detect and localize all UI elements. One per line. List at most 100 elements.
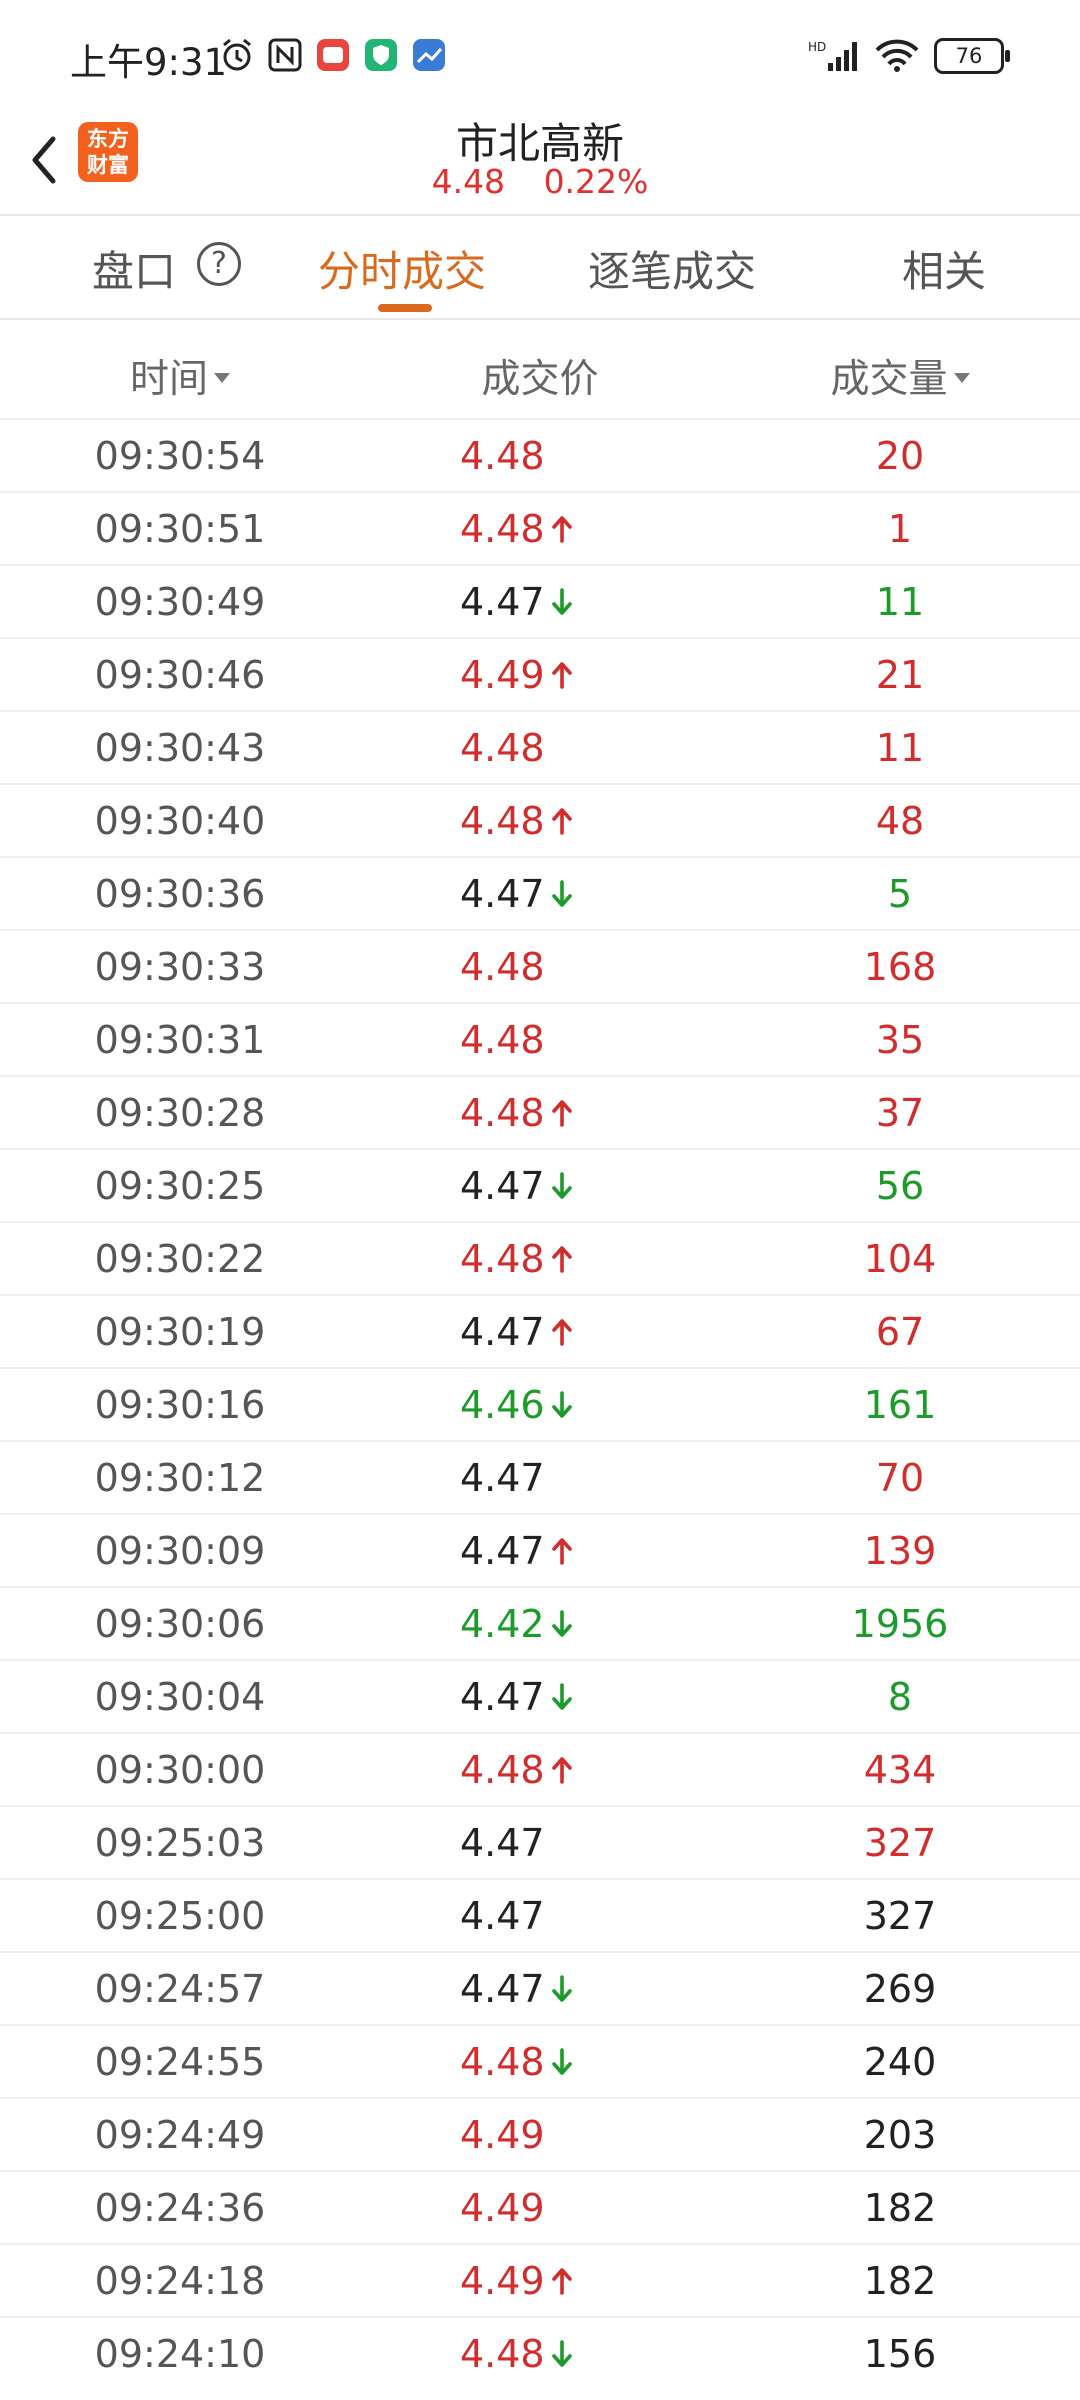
trade-price: 4.47 [460, 1456, 545, 1500]
trade-price-cell: 4.49 [460, 2259, 620, 2303]
trade-volume-cell: 1956 [760, 1602, 1040, 1646]
trade-time: 09:30:22 [94, 1237, 266, 1281]
trade-volume-cell: 156 [760, 2332, 1040, 2376]
trade-price-cell: 4.48 [460, 945, 620, 989]
trade-price: 4.48 [460, 2332, 545, 2376]
trade-time: 09:25:00 [94, 1894, 266, 1938]
trade-price-cell: 4.46 [460, 1383, 620, 1427]
tab-related[interactable]: 相关 [902, 238, 986, 299]
table-row: 09:30:00 4.48 434 [0, 1732, 1080, 1805]
arrow-up-icon [552, 807, 572, 835]
trade-volume-cell: 161 [760, 1383, 1040, 1427]
trade-price: 4.48 [460, 507, 545, 551]
arrow-up-icon [552, 661, 572, 689]
trade-price-cell: 4.49 [460, 2186, 620, 2230]
table-row: 09:24:36 4.49 182 [0, 2170, 1080, 2243]
trade-price: 4.49 [460, 2113, 545, 2157]
trade-price: 4.47 [460, 1821, 545, 1865]
status-time: 上午9:31 [70, 41, 228, 84]
table-header: 时间 成交价 成交量 [0, 318, 1080, 418]
trade-price: 4.48 [460, 726, 545, 770]
tab-tick-trades[interactable]: 逐笔成交 [588, 238, 756, 299]
arrow-down-icon [552, 587, 572, 615]
table-row: 09:30:54 4.48 20 [0, 418, 1080, 491]
trade-volume: 327 [863, 1821, 937, 1865]
trade-volume: 139 [863, 1529, 937, 1573]
arrow-up-icon [552, 1756, 572, 1784]
column-volume[interactable]: 成交量 [760, 348, 1040, 404]
trade-time: 09:30:06 [94, 1602, 266, 1646]
trade-time: 09:30:12 [94, 1456, 266, 1500]
arrow-up-icon [552, 1099, 572, 1127]
column-time-label: 时间 [129, 357, 208, 402]
trade-price-cell: 4.48 [460, 726, 620, 770]
sort-caret-icon [214, 372, 230, 383]
table-row: 09:24:10 4.48 156 [0, 2316, 1080, 2389]
trade-volume-cell: 56 [760, 1164, 1040, 1208]
battery-indicator: 76 [934, 38, 1010, 74]
trade-volume: 434 [863, 1748, 937, 1792]
trade-time: 09:30:16 [94, 1383, 266, 1427]
trade-volume: 1956 [851, 1602, 949, 1646]
trade-volume-cell: 203 [760, 2113, 1040, 2157]
table-row: 09:30:22 4.48 104 [0, 1221, 1080, 1294]
trade-volume: 104 [863, 1237, 937, 1281]
trade-price-cell: 4.48 [460, 434, 620, 478]
trade-price: 4.48 [460, 1018, 545, 1062]
trade-volume-cell: 327 [760, 1894, 1040, 1938]
table-row: 09:30:36 4.47 5 [0, 856, 1080, 929]
stock-header: 东方 财富 市北高新 4.48 0.22% [0, 110, 1080, 214]
trade-volume: 1 [887, 507, 913, 551]
arrow-down-icon [552, 1609, 572, 1637]
trade-price-cell: 4.48 [460, 799, 620, 843]
trade-price-cell: 4.47 [460, 1675, 620, 1719]
status-icons-left [218, 36, 448, 74]
trade-price-cell: 4.47 [460, 872, 620, 916]
table-row: 09:30:16 4.46 161 [0, 1367, 1080, 1440]
trade-volume-cell: 168 [760, 945, 1040, 989]
trade-price-cell: 4.48 [460, 2332, 620, 2376]
trades-list: 09:30:54 4.48 20 09:30:51 4.48 1 09:30:49 4.47 1… [0, 418, 1080, 2389]
trade-volume: 240 [863, 2040, 937, 2084]
trade-volume: 168 [863, 945, 937, 989]
trade-price: 4.47 [460, 1164, 545, 1208]
column-volume-label: 成交量 [830, 357, 948, 402]
trade-volume: 67 [875, 1310, 925, 1354]
trade-volume-cell: 70 [760, 1456, 1040, 1500]
table-row: 09:25:00 4.47 327 [0, 1878, 1080, 1951]
trade-volume-cell: 35 [760, 1018, 1040, 1062]
trade-volume: 35 [875, 1018, 925, 1062]
trade-volume-cell: 434 [760, 1748, 1040, 1792]
trade-volume: 11 [875, 726, 925, 770]
tab-pankou[interactable]: 盘口 [92, 238, 176, 299]
arrow-up-icon [552, 2267, 572, 2295]
trade-volume: 56 [875, 1164, 925, 1208]
table-row: 09:30:19 4.47 67 [0, 1294, 1080, 1367]
trade-price: 4.47 [460, 1967, 545, 2011]
arrow-up-icon [552, 1318, 572, 1346]
trade-time: 09:30:28 [94, 1091, 266, 1135]
trade-time: 09:30:46 [94, 653, 266, 697]
trade-time: 09:24:18 [94, 2259, 266, 2303]
table-row: 09:30:49 4.47 11 [0, 564, 1080, 637]
trade-volume: 5 [887, 872, 913, 916]
trade-volume-cell: 139 [760, 1529, 1040, 1573]
trade-price: 4.47 [460, 1529, 545, 1573]
trade-price-cell: 4.47 [460, 1821, 620, 1865]
arrow-up-icon [552, 515, 572, 543]
trade-volume: 203 [863, 2113, 937, 2157]
tab-bar: 盘口 ? 分时成交 逐笔成交 相关 [0, 216, 1080, 316]
trade-time: 09:30:49 [94, 580, 266, 624]
table-row: 09:30:25 4.47 56 [0, 1148, 1080, 1221]
trade-volume-cell: 21 [760, 653, 1040, 697]
table-row: 09:24:18 4.49 182 [0, 2243, 1080, 2316]
help-icon[interactable]: ? [197, 242, 241, 286]
trade-volume-cell: 11 [760, 726, 1040, 770]
arrow-up-icon [552, 1245, 572, 1273]
column-time[interactable]: 时间 [0, 348, 360, 404]
table-row: 09:24:55 4.48 240 [0, 2024, 1080, 2097]
active-tab-indicator [378, 304, 432, 312]
tab-time-trades[interactable]: 分时成交 [318, 238, 486, 299]
table-row: 09:24:57 4.47 269 [0, 1951, 1080, 2024]
trade-price-cell: 4.47 [460, 580, 620, 624]
